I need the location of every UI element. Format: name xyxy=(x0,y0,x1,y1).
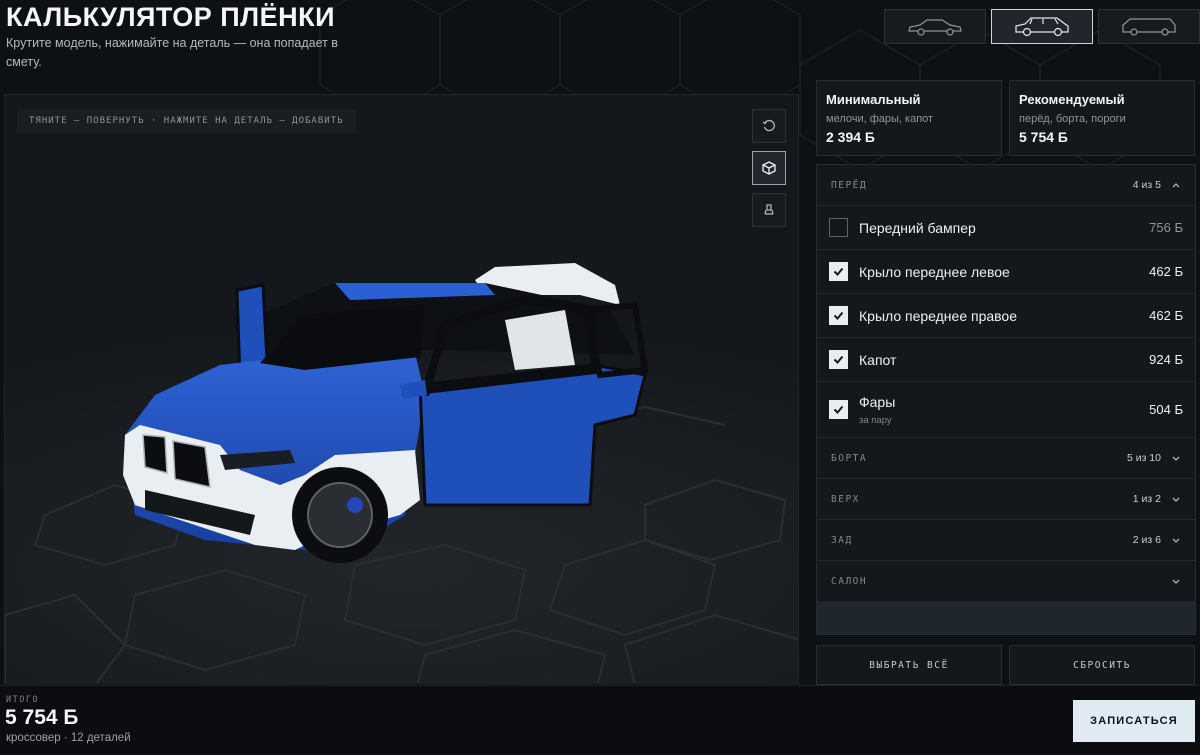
preset-description: мелочи, фары, капот xyxy=(826,113,934,125)
viewer-toolbar xyxy=(752,109,786,227)
chevron-down-icon xyxy=(1172,497,1180,502)
part-row-front-bumper[interactable]: Передний бампер 756 Ƃ xyxy=(817,206,1195,250)
reset-view-icon xyxy=(762,119,775,132)
body-type-selector xyxy=(884,9,1200,44)
part-checkbox[interactable] xyxy=(829,306,848,325)
body-type-minivan-button[interactable] xyxy=(1098,9,1200,44)
check-icon xyxy=(833,355,844,364)
preset-description: перёд, борта, пороги xyxy=(1019,113,1126,125)
page-subtitle: Крутите модель, нажимайте на деталь — он… xyxy=(6,36,338,69)
section-count: 1 из 2 xyxy=(1132,493,1161,505)
section-count: 5 из 10 xyxy=(1126,452,1161,464)
part-price: 462 Ƃ xyxy=(1149,264,1183,279)
cube-view-icon xyxy=(762,161,776,175)
summary-footer: ИТОГО 5 754 Ƃ кроссовер · 12 деталей ЗАП… xyxy=(0,685,1200,755)
reset-button[interactable]: СБРОСИТЬ xyxy=(1009,645,1195,685)
preset-name: Рекомендуемый xyxy=(1019,92,1125,107)
section-interior-header[interactable]: САЛОН xyxy=(817,561,1195,602)
part-checkbox[interactable] xyxy=(829,350,848,369)
chevron-up-icon xyxy=(1172,183,1180,188)
body-type-sedan-button[interactable] xyxy=(884,9,986,44)
section-front-header[interactable]: ПЕРЁД 4 из 5 xyxy=(817,165,1195,206)
total-summary: кроссовер · 12 деталей xyxy=(6,732,131,744)
section-title: САЛОН xyxy=(831,575,868,587)
check-icon xyxy=(833,405,844,414)
preset-price: 5 754 Ƃ xyxy=(1019,129,1068,145)
preset-recommended-card[interactable]: Рекомендуемый перёд, борта, пороги 5 754… xyxy=(1009,80,1195,156)
part-name: Фары xyxy=(859,393,896,410)
preset-price: 2 394 Ƃ xyxy=(826,129,875,145)
part-price: 504 Ƃ xyxy=(1149,402,1183,417)
part-name: Крыло переднее правое xyxy=(859,307,1018,324)
part-name: Капот xyxy=(859,351,897,368)
total-value: 5 754 Ƃ xyxy=(5,706,79,729)
chevron-down-icon xyxy=(1172,579,1180,584)
part-row-hood[interactable]: Капот 924 Ƃ xyxy=(817,338,1195,382)
part-price: 924 Ƃ xyxy=(1149,352,1183,367)
viewer-hint: ТЯНИТЕ — ПОВЕРНУТЬ · НАЖМИТЕ НА ДЕТАЛЬ —… xyxy=(17,109,356,133)
parts-list: ПЕРЁД 4 из 5 Передний бампер 756 Ƃ Крыло… xyxy=(816,164,1196,635)
section-count: 4 из 5 xyxy=(1132,179,1161,191)
section-count: 2 из 6 xyxy=(1132,534,1161,546)
part-checkbox[interactable] xyxy=(829,218,848,237)
section-roof-header[interactable]: ВЕРХ 1 из 2 xyxy=(817,479,1195,520)
model-viewer[interactable]: ТЯНИТЕ — ПОВЕРНУТЬ · НАЖМИТЕ НА ДЕТАЛЬ —… xyxy=(4,94,799,684)
section-title: ВЕРХ xyxy=(831,493,860,505)
lamp-icon xyxy=(764,204,774,215)
preset-name: Минимальный xyxy=(826,92,921,107)
car-3d-scene[interactable] xyxy=(5,95,799,684)
minivan-icon xyxy=(1122,17,1176,36)
page-title: КАЛЬКУЛЯТОР ПЛЁНКИ xyxy=(6,2,336,32)
part-row-fender-front-right[interactable]: Крыло переднее правое 462 Ƃ xyxy=(817,294,1195,338)
sedan-icon xyxy=(908,18,962,36)
check-icon xyxy=(833,267,844,276)
chevron-down-icon xyxy=(1172,538,1180,543)
parts-list-footer-space xyxy=(817,602,1195,634)
section-rear-header[interactable]: ЗАД 2 из 6 xyxy=(817,520,1195,561)
section-sides-header[interactable]: БОРТА 5 из 10 xyxy=(817,438,1195,479)
lamp-view-button[interactable] xyxy=(752,193,786,227)
part-row-headlights[interactable]: Фары за пару 504 Ƃ xyxy=(817,382,1195,438)
part-name: Крыло переднее левое xyxy=(859,263,1010,280)
preset-minimal-card[interactable]: Минимальный мелочи, фары, капот 2 394 Ƃ xyxy=(816,80,1002,156)
crossover-icon xyxy=(1015,16,1069,36)
section-title: ПЕРЁД xyxy=(831,179,868,191)
part-row-fender-front-left[interactable]: Крыло переднее левое 462 Ƃ xyxy=(817,250,1195,294)
section-title: ЗАД xyxy=(831,534,853,546)
part-checkbox[interactable] xyxy=(829,262,848,281)
section-title: БОРТА xyxy=(831,452,868,464)
part-name: Передний бампер xyxy=(859,219,976,236)
part-subtitle: за пару xyxy=(859,414,892,426)
check-icon xyxy=(833,311,844,320)
part-price: 462 Ƃ xyxy=(1149,308,1183,323)
cube-view-button[interactable] xyxy=(752,151,786,185)
chevron-down-icon xyxy=(1172,456,1180,461)
body-type-crossover-button[interactable] xyxy=(991,9,1093,44)
reset-view-button[interactable] xyxy=(752,109,786,143)
select-all-button[interactable]: ВЫБРАТЬ ВСЁ xyxy=(816,645,1002,685)
part-price: 756 Ƃ xyxy=(1149,220,1183,235)
total-label: ИТОГО xyxy=(6,695,40,705)
part-checkbox[interactable] xyxy=(829,400,848,419)
book-appointment-button[interactable]: ЗАПИСАТЬСЯ xyxy=(1073,700,1195,742)
